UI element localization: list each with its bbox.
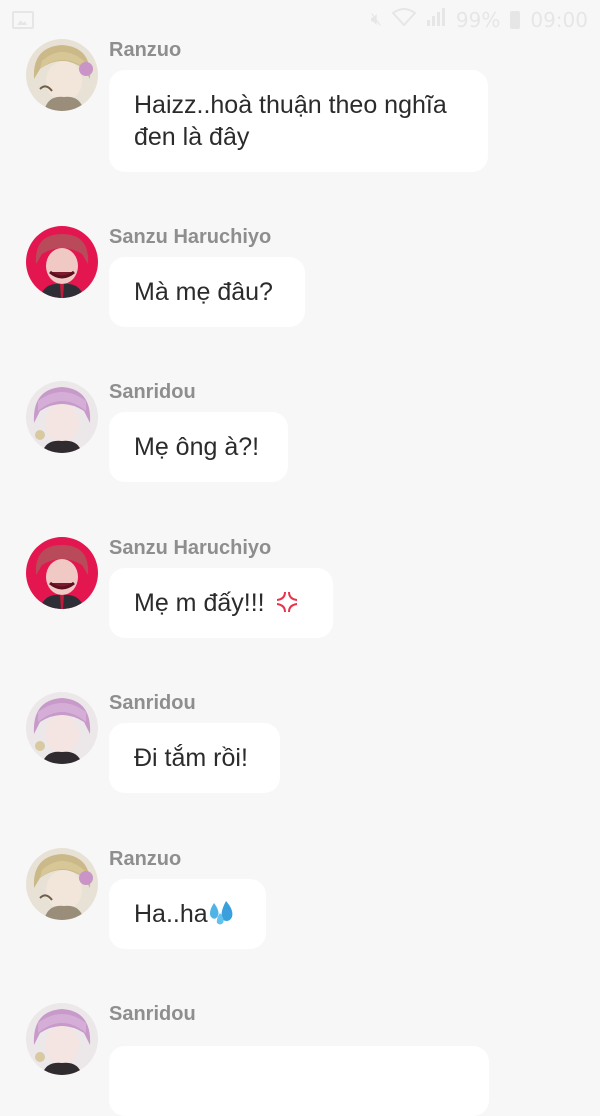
- message-text: Mẹ ông à?!: [134, 433, 260, 461]
- message-bubble[interactable]: [109, 1046, 489, 1116]
- message-bubble[interactable]: Mà mẹ đâu?: [109, 257, 305, 327]
- mute-icon: 🔇︎: [370, 9, 382, 30]
- sanridou-avatar[interactable]: [26, 692, 98, 764]
- anger-emoji-icon: [275, 590, 299, 622]
- sender-name: Sanridou: [109, 692, 196, 714]
- message-text: Đi tắm rồi!: [134, 744, 248, 772]
- message-text: Mà mẹ đâu?: [134, 278, 273, 306]
- battery-percent: 99%: [455, 8, 501, 32]
- sanzu-avatar[interactable]: [26, 537, 98, 609]
- sweat-droplets-emoji-icon: [208, 899, 236, 933]
- sanridou-avatar[interactable]: [26, 381, 98, 453]
- image-notification-icon: [12, 11, 34, 29]
- message-text: Ha..ha: [134, 900, 208, 928]
- sender-name: Sanridou: [109, 1003, 196, 1025]
- battery-icon: [510, 11, 521, 29]
- sender-name: Sanridou: [109, 381, 196, 403]
- sender-name: Sanzu Haruchiyo: [109, 537, 272, 559]
- sender-name: Ranzuo: [109, 848, 182, 870]
- sanridou-avatar[interactable]: [26, 1003, 98, 1075]
- signal-icon: [426, 7, 446, 33]
- message-text-line-1: Haizz..hoà thuận theo nghĩa: [134, 91, 447, 119]
- message-text: Mẹ m đấy!!!: [134, 589, 265, 617]
- status-icons: 🔇︎ 99% 09:00: [370, 7, 588, 33]
- clock: 09:00: [530, 8, 588, 32]
- message-bubble[interactable]: Haizz..hoà thuận theo nghĩa đen là đây: [109, 70, 488, 172]
- status-bar: 🔇︎ 99% 09:00: [0, 0, 600, 40]
- sender-name: Sanzu Haruchiyo: [109, 226, 272, 248]
- ranzuo-avatar[interactable]: [26, 848, 98, 920]
- message-bubble[interactable]: Đi tắm rồi!: [109, 723, 280, 793]
- message-bubble[interactable]: Mẹ m đấy!!!: [109, 568, 333, 638]
- message-bubble[interactable]: Mẹ ông à?!: [109, 412, 288, 482]
- sanzu-avatar[interactable]: [26, 226, 98, 298]
- ranzuo-avatar[interactable]: [26, 39, 98, 111]
- message-text-line-2: đen là đây: [134, 123, 250, 151]
- wifi-icon: [391, 7, 417, 33]
- message-bubble[interactable]: Ha..ha: [109, 879, 266, 949]
- sender-name: Ranzuo: [109, 39, 182, 61]
